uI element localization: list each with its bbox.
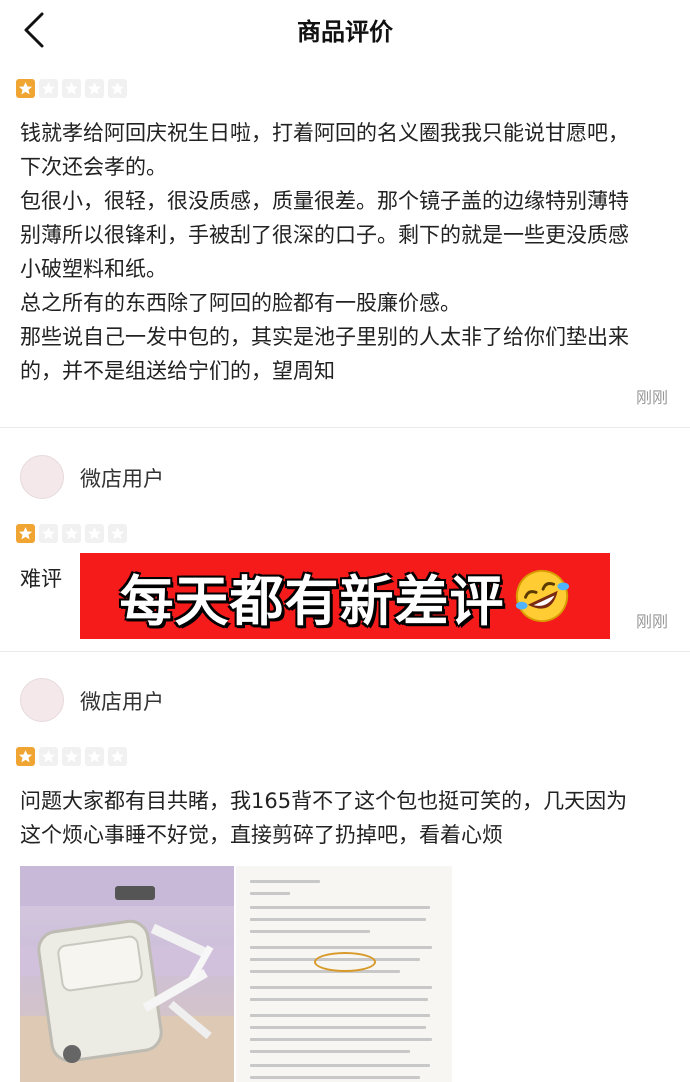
star-empty-icon — [108, 79, 127, 98]
divider — [0, 651, 690, 652]
review-text: 钱就孝给阿回庆祝生日啦，打着阿回的名义圈我我只能说甘愿吧， 下次还会孝的。 包很… — [20, 121, 629, 383]
user-name: 微店用户 — [80, 690, 164, 714]
navigation-bar: 商品评价 — [0, 0, 690, 58]
avatar[interactable] — [20, 678, 64, 722]
rating-stars — [16, 747, 127, 766]
star-empty-icon — [108, 524, 127, 543]
star-empty-icon — [39, 79, 58, 98]
star-empty-icon — [62, 747, 81, 766]
review-photo-cut-bag[interactable] — [20, 866, 234, 1082]
star-empty-icon — [85, 524, 104, 543]
review-time: 刚刚 — [635, 388, 668, 407]
star-empty-icon — [62, 79, 81, 98]
avatar[interactable] — [20, 455, 64, 499]
overlay-caption-banner: 每天都有新差评 — [80, 553, 610, 639]
star-empty-icon — [39, 524, 58, 543]
star-filled-icon — [16, 747, 35, 766]
rating-stars — [16, 79, 127, 98]
review-time: 刚刚 — [635, 612, 668, 631]
page-title: 商品评价 — [297, 18, 393, 46]
star-empty-icon — [62, 524, 81, 543]
star-empty-icon — [39, 747, 58, 766]
review-text: 问题大家都有目共睹，我165背不了这个包也挺可笑的，几天因为 这个烦心事睡不好觉… — [20, 789, 628, 847]
star-empty-icon — [85, 79, 104, 98]
star-filled-icon — [16, 79, 35, 98]
rolling-laughing-emoji-icon — [515, 569, 569, 623]
star-empty-icon — [108, 747, 127, 766]
overlay-caption: 每天都有新差评 — [119, 569, 505, 633]
rating-stars — [16, 524, 127, 543]
user-name: 微店用户 — [80, 467, 164, 491]
star-empty-icon — [85, 747, 104, 766]
review-text: 难评 — [20, 567, 62, 591]
divider — [0, 427, 690, 428]
star-filled-icon — [16, 524, 35, 543]
review-photo-notice-document[interactable] — [236, 866, 452, 1082]
